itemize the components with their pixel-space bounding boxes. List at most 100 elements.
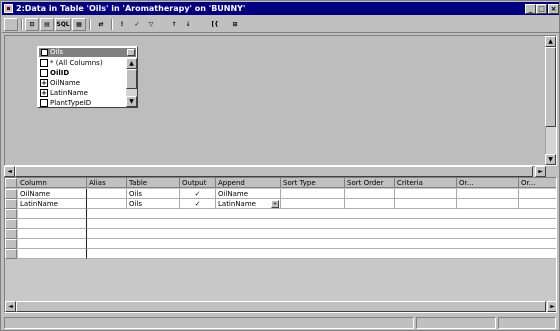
scroll-right-button[interactable]: ► — [547, 301, 556, 312]
column-header[interactable]: Or... — [457, 178, 519, 188]
grid-empty-row[interactable] — [87, 239, 556, 249]
field-row[interactable]: OilID — [39, 68, 125, 78]
group-by-icon[interactable]: [{ — [208, 18, 222, 31]
field-checkbox[interactable] — [40, 69, 48, 77]
grid-pane-icon[interactable]: ▤ — [40, 18, 54, 31]
grid-cell-sort-order[interactable] — [345, 189, 395, 199]
grid-empty-row[interactable] — [87, 249, 556, 259]
diagram-vertical-scrollbar[interactable]: ▲ ▼ — [545, 36, 556, 165]
scroll-up-button[interactable]: ▲ — [545, 36, 556, 47]
field-checkbox-checked[interactable]: + — [40, 79, 48, 87]
grid-cell-output[interactable]: ✓ — [180, 189, 216, 199]
scroll-thumb[interactable] — [545, 47, 556, 127]
column-header[interactable]: Sort Type — [281, 178, 345, 188]
field-row[interactable]: + LatinName — [39, 88, 125, 98]
scroll-up-button[interactable]: ▲ — [126, 58, 137, 69]
column-header[interactable]: Append — [216, 178, 281, 188]
table-window-oils[interactable]: Oils * (All Columns) OilID + OilName + L… — [37, 46, 138, 108]
query-type-icon[interactable]: ⇄ — [94, 18, 108, 31]
scroll-thumb[interactable] — [15, 166, 533, 177]
row-selector[interactable] — [5, 239, 17, 249]
scroll-thumb[interactable] — [126, 69, 137, 89]
column-header[interactable]: Alias — [87, 178, 127, 188]
grid-cell-criteria[interactable] — [395, 199, 457, 209]
row-selector[interactable] — [5, 199, 17, 209]
diagram-pane-icon[interactable]: ⊡ — [25, 18, 39, 31]
column-header[interactable]: Sort Order — [345, 178, 395, 188]
grid-cell-or[interactable] — [519, 189, 556, 199]
grid-cell-column[interactable] — [18, 209, 87, 219]
grid-horizontal-scrollbar[interactable]: ◄ ► — [5, 301, 556, 312]
field-checkbox[interactable] — [40, 59, 48, 67]
grid-cell-append[interactable]: LatinName + — [216, 199, 281, 209]
grid-cell-column[interactable] — [18, 249, 87, 259]
grid-cell-append[interactable]: OilName — [216, 189, 281, 199]
grid-cell-column[interactable] — [18, 239, 87, 249]
grid-cell-alias[interactable] — [87, 189, 127, 199]
grid-cell-column[interactable]: LatinName — [18, 199, 87, 209]
column-header[interactable]: Criteria — [395, 178, 457, 188]
results-pane-icon[interactable]: ▦ — [72, 18, 86, 31]
column-header[interactable]: Table — [127, 178, 180, 188]
grid-cell-column[interactable] — [18, 229, 87, 239]
grid-cell-or[interactable] — [457, 199, 519, 209]
scroll-down-button[interactable]: ▼ — [545, 154, 556, 165]
scroll-down-button[interactable]: ▼ — [126, 96, 137, 107]
row-selector[interactable] — [5, 209, 17, 219]
verify-sql-icon[interactable]: ✓ — [131, 18, 143, 31]
grid-cell-column[interactable]: OilName — [18, 189, 87, 199]
add-table-icon[interactable]: ⊞ — [228, 18, 242, 31]
row-selector[interactable] — [5, 219, 17, 229]
append-dropdown-button[interactable]: + — [271, 200, 279, 208]
sort-ascending-icon[interactable]: ↑ — [168, 18, 180, 31]
diagram-horizontal-scrollbar[interactable]: ◄ ► — [4, 166, 546, 177]
field-list-scrollbar[interactable]: ▲ ▼ — [126, 58, 137, 107]
grid-empty-row[interactable] — [87, 209, 556, 219]
run-icon[interactable]: ! — [116, 18, 128, 31]
header-corner[interactable] — [5, 178, 17, 188]
table-window-title[interactable]: Oils — [39, 48, 136, 57]
grid-cell-table[interactable]: Oils — [127, 189, 180, 199]
field-checkbox[interactable] — [40, 99, 48, 107]
column-header[interactable]: Output — [180, 178, 216, 188]
app-icon[interactable] — [4, 4, 13, 13]
maximize-button[interactable]: □ — [536, 4, 547, 14]
scroll-left-button[interactable]: ◄ — [4, 166, 15, 177]
grid-cell-column[interactable] — [18, 219, 87, 229]
sql-pane-icon[interactable]: SQL — [55, 18, 71, 31]
title-bar[interactable]: 2:Data in Table 'Oils' in 'Aromatherapy'… — [2, 2, 559, 15]
scroll-right-button[interactable]: ► — [535, 166, 546, 177]
table-window-minimize-button[interactable] — [127, 49, 135, 56]
filter-icon[interactable]: ▽ — [145, 18, 157, 31]
grid-cell-or[interactable] — [457, 189, 519, 199]
scroll-thumb[interactable] — [16, 301, 546, 312]
grid-cell-criteria[interactable] — [395, 189, 457, 199]
grid-cell-sort-type[interactable] — [281, 189, 345, 199]
grid-pane[interactable]: Column Alias Table Output Append Sort Ty… — [4, 177, 557, 313]
grid-empty-row[interactable] — [87, 219, 556, 229]
row-selector[interactable] — [5, 249, 17, 259]
grid-cell-alias[interactable] — [87, 199, 127, 209]
diagram-pane[interactable]: Oils * (All Columns) OilID + OilName + L… — [4, 35, 557, 166]
grid-cell-sort-order[interactable] — [345, 199, 395, 209]
column-header[interactable]: Or... — [519, 178, 556, 188]
grid-cell-output[interactable]: ✓ — [180, 199, 216, 209]
row-selector[interactable] — [5, 189, 17, 199]
sort-descending-icon[interactable]: ↓ — [182, 18, 194, 31]
properties-icon[interactable] — [4, 18, 18, 31]
row-selector[interactable] — [5, 229, 17, 239]
field-row[interactable]: * (All Columns) — [39, 58, 125, 68]
column-header[interactable]: Column — [18, 178, 87, 188]
scroll-left-button[interactable]: ◄ — [5, 301, 16, 312]
grid-empty-row[interactable] — [87, 229, 556, 239]
minimize-button[interactable]: _ — [525, 4, 536, 14]
grid-cell-table[interactable]: Oils — [127, 199, 180, 209]
field-checkbox-checked[interactable]: + — [40, 89, 48, 97]
status-bar — [2, 316, 559, 330]
field-row[interactable]: PlantTypeID — [39, 98, 125, 107]
field-row[interactable]: + OilName — [39, 78, 125, 88]
grid-cell-sort-type[interactable] — [281, 199, 345, 209]
close-button[interactable]: × — [548, 4, 559, 14]
field-label: * (All Columns) — [50, 59, 103, 67]
grid-cell-or[interactable] — [519, 199, 556, 209]
